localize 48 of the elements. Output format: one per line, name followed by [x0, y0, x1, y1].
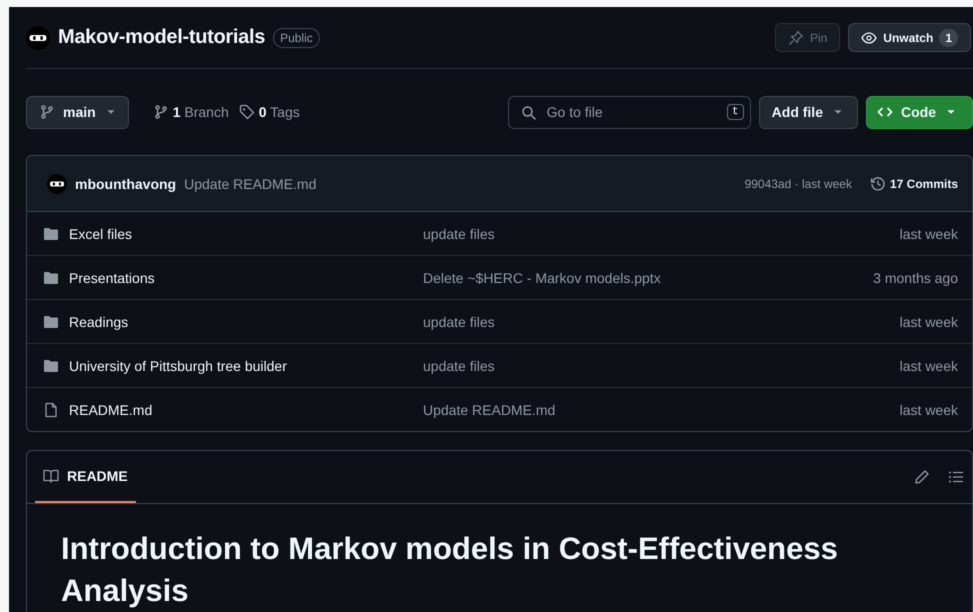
tag-icon [238, 104, 255, 120]
code-button[interactable]: Code [866, 96, 973, 128]
folder-icon [43, 270, 59, 286]
history-icon [870, 176, 886, 192]
commit-message[interactable]: Delete ~$HERC - Markov models.pptx [423, 270, 661, 286]
commit-time: last week [900, 314, 958, 330]
readme-heading: Introduction to Markov models in Cost-Effectiveness Analysis [61, 530, 839, 610]
book-icon [43, 468, 59, 484]
commit-hash-time: 99043ad · last week [744, 176, 852, 190]
list-icon [948, 469, 964, 485]
branch-icon [152, 104, 169, 120]
folder-icon [43, 358, 59, 374]
search-icon [520, 104, 537, 120]
folder-icon [43, 314, 59, 330]
commit-message[interactable]: update files [423, 358, 495, 374]
folder-link[interactable]: Presentations [69, 270, 155, 286]
branch-icon [39, 104, 55, 120]
commit-message[interactable]: Update README.md [423, 402, 556, 418]
commit-time: last week [900, 226, 958, 242]
commit-author[interactable]: mbounthavong [75, 176, 176, 192]
shortcut-key: t [727, 104, 744, 120]
avatar-icon [47, 174, 67, 194]
folder-link[interactable]: Excel files [69, 226, 132, 242]
add-file-button[interactable]: Add file [758, 96, 858, 128]
commit-time: last week [900, 358, 958, 374]
commit-message[interactable]: update files [423, 226, 495, 242]
file-icon [43, 402, 59, 418]
readme-tab[interactable]: README [35, 451, 136, 503]
commit-time: 3 months ago [873, 270, 958, 286]
folder-icon [43, 226, 59, 242]
commits-link[interactable]: 17 Commits [870, 176, 958, 192]
commit-time: last week [900, 402, 958, 418]
branch-selector[interactable]: main [26, 96, 129, 128]
visibility-badge: Public [273, 28, 320, 48]
tags-link[interactable]: 0 Tags [238, 104, 300, 120]
count-badge: 1 [939, 28, 958, 46]
file-link[interactable]: README.md [69, 402, 152, 418]
folder-link[interactable]: Readings [69, 314, 128, 330]
pin-icon [788, 30, 804, 46]
watch-button[interactable]: Unwatch 1 [848, 23, 971, 52]
commit-message[interactable]: Update README.md [184, 176, 316, 192]
branches-link[interactable]: 1 Branch [152, 104, 229, 120]
commit-message[interactable]: update files [423, 314, 495, 330]
folder-link[interactable]: University of Pittsburgh tree builder [69, 358, 287, 374]
eye-icon [861, 30, 878, 46]
repo-name[interactable]: Makov-model-tutorials [58, 26, 266, 49]
avatar-icon [26, 26, 50, 50]
pencil-icon [914, 469, 930, 485]
